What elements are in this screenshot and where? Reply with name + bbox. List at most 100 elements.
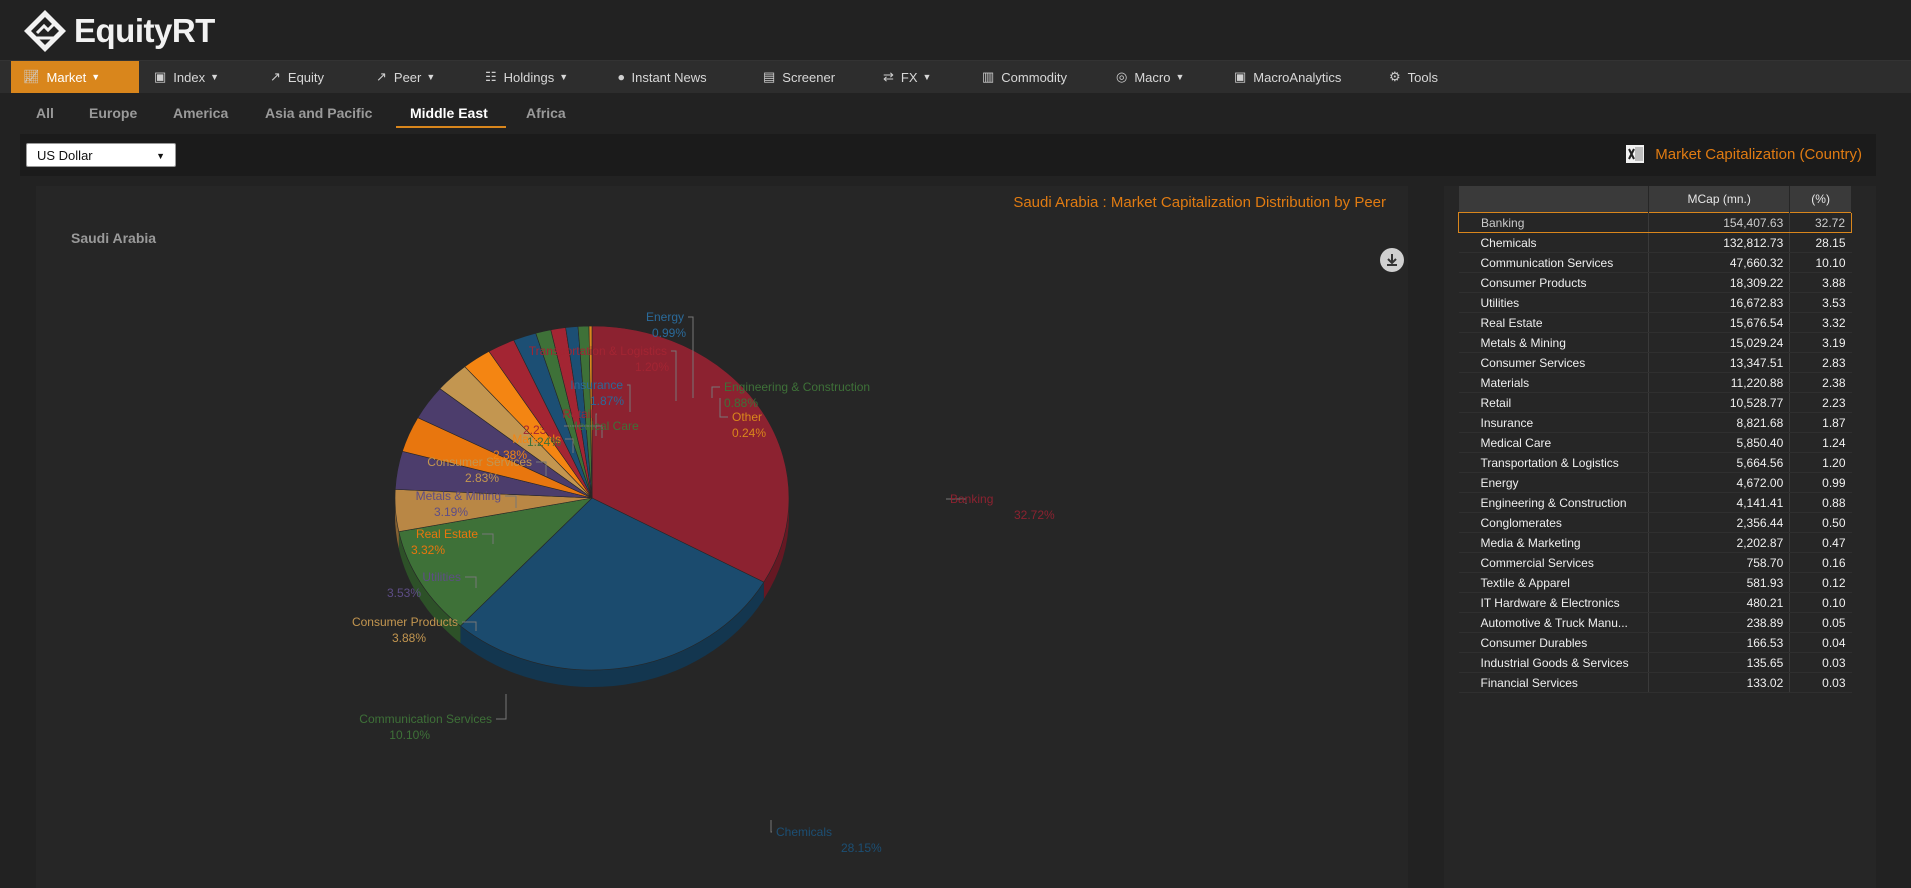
table-row[interactable]: Consumer Products 18,309.22 3.88 [1458, 272, 1852, 293]
table-header: MCap (mn.) (%) [1458, 186, 1852, 213]
table-row[interactable]: Insurance 8,821.68 1.87 [1458, 412, 1852, 433]
row-pct: 0.99 [1789, 472, 1852, 493]
table-row[interactable]: Commercial Services 758.70 0.16 [1458, 552, 1852, 573]
download-icon [1387, 254, 1397, 266]
download-chart-button[interactable] [1380, 248, 1404, 272]
slice-percent: 10.10% [389, 728, 430, 742]
table-row[interactable]: Utilities 16,672.83 3.53 [1458, 292, 1852, 313]
document-icon: ▥ [982, 69, 995, 84]
nav-market[interactable]: 📈︎ Market ▼ [11, 61, 139, 93]
nav-commodity[interactable]: ▥ Commodity [982, 61, 1067, 93]
table-row[interactable]: Conglomerates 2,356.44 0.50 [1458, 512, 1852, 533]
row-name: Energy [1458, 472, 1650, 493]
table-row[interactable]: Real Estate 15,676.54 3.32 [1458, 312, 1852, 333]
table-row[interactable]: Retail 10,528.77 2.23 [1458, 392, 1852, 413]
tab-africa[interactable]: Africa [526, 105, 566, 121]
nav-equity[interactable]: ↗ Equity [270, 61, 324, 93]
row-name: Consumer Products [1458, 272, 1650, 293]
row-name: Financial Services [1458, 672, 1650, 693]
toolbar: US Dollar ▼ Market Capitalization (Count… [20, 134, 1876, 176]
row-pct: 0.47 [1789, 532, 1852, 553]
table-row[interactable]: Communication Services 47,660.32 10.10 [1458, 252, 1852, 273]
table-row[interactable]: Energy 4,672.00 0.99 [1458, 472, 1852, 493]
line-chart-icon: ↗ [270, 69, 281, 84]
table-row[interactable]: Transportation & Logistics 5,664.56 1.20 [1458, 452, 1852, 473]
nav-fx[interactable]: ⇄ FX ▼ [883, 61, 931, 93]
row-name: Insurance [1458, 412, 1650, 433]
nav-label: Market [46, 69, 87, 85]
row-mcap: 15,676.54 [1648, 312, 1791, 333]
slice-percent: 3.88% [392, 631, 426, 645]
nav-tools[interactable]: ⚙ Tools [1389, 61, 1438, 93]
chevron-down-icon: ▼ [922, 72, 932, 82]
tab-europe[interactable]: Europe [89, 105, 137, 121]
nav-label: Tools [1407, 69, 1439, 85]
row-name: Banking [1457, 212, 1650, 233]
tab-asia-pacific[interactable]: Asia and Pacific [265, 105, 372, 121]
nav-screener[interactable]: ▤ Screener [763, 61, 835, 93]
globe-icon: ◎ [1116, 69, 1128, 84]
app-logo[interactable]: EquityRT [22, 8, 215, 54]
row-pct: 32.72 [1789, 212, 1852, 233]
table-row[interactable]: Engineering & Construction 4,141.41 0.88 [1458, 492, 1852, 513]
table-body: Banking 154,407.63 32.72 Chemicals 132,812.7… [1457, 212, 1852, 693]
row-name: IT Hardware & Electronics [1458, 592, 1650, 613]
slice-label: Chemicals [776, 825, 832, 839]
table-row[interactable]: Metals & Mining 15,029.24 3.19 [1458, 332, 1852, 353]
nav-holdings[interactable]: ☷ Holdings ▼ [485, 61, 568, 93]
pie-chart: Banking 32.72% Chemicals 28.15% Communicatio… [352, 310, 1055, 855]
top-bar: EquityRT [0, 0, 1911, 60]
row-mcap: 15,029.24 [1648, 332, 1791, 353]
slice-label: Energy [646, 310, 684, 324]
app-name: EquityRT [74, 12, 215, 49]
slice-label: Other [732, 410, 762, 424]
table-row[interactable]: Automotive & Truck Manu... 238.89 0.05 [1458, 612, 1852, 633]
row-mcap: 480.21 [1648, 592, 1791, 613]
nav-macroanalytics[interactable]: ▣ MacroAnalytics [1234, 61, 1341, 93]
table-row[interactable]: Textile & Apparel 581.93 0.12 [1458, 572, 1852, 593]
currency-select[interactable]: US Dollar ▼ [26, 143, 176, 167]
nav-instant-news[interactable]: ⦁ Instant News [618, 61, 707, 93]
row-name: Consumer Services [1458, 352, 1650, 373]
nav-label: Commodity [1001, 69, 1068, 85]
row-name: Conglomerates [1458, 512, 1650, 533]
header-mcap[interactable]: MCap (mn.) [1648, 186, 1791, 213]
row-name: Retail [1458, 392, 1650, 413]
table-row[interactable]: IT Hardware & Electronics 480.21 0.10 [1458, 592, 1852, 613]
row-pct: 10.10 [1789, 252, 1852, 273]
table-row[interactable]: Medical Care 5,850.40 1.24 [1458, 432, 1852, 453]
nav-peer[interactable]: ↗ Peer ▼ [376, 61, 435, 93]
table-row[interactable]: Chemicals 132,812.73 28.15 [1458, 232, 1852, 253]
table-row[interactable]: Materials 11,220.88 2.38 [1458, 372, 1852, 393]
table-row[interactable]: Financial Services 133.02 0.03 [1458, 672, 1852, 693]
row-mcap: 758.70 [1648, 552, 1791, 573]
table-row[interactable]: Consumer Services 13,347.51 2.83 [1458, 352, 1852, 373]
export-excel-link[interactable]: Market Capitalization (Country) [1625, 144, 1862, 164]
table-row[interactable]: Media & Marketing 2,202.87 0.47 [1458, 532, 1852, 553]
tab-america[interactable]: America [173, 105, 228, 121]
header-name[interactable] [1458, 186, 1650, 213]
row-name: Consumer Durables [1458, 632, 1650, 653]
row-name: Engineering & Construction [1458, 492, 1650, 513]
header-pct[interactable]: (%) [1789, 186, 1852, 213]
row-pct: 0.10 [1789, 592, 1852, 613]
nav-macro[interactable]: ◎ Macro ▼ [1116, 61, 1184, 93]
tab-middle-east[interactable]: Middle East [410, 105, 488, 121]
slice-percent: 32.72% [1014, 508, 1055, 522]
table-row[interactable]: Consumer Durables 166.53 0.04 [1458, 632, 1852, 653]
row-pct: 0.05 [1789, 612, 1852, 633]
tab-all[interactable]: All [36, 105, 54, 121]
fx-icon: ⇄ [883, 69, 894, 84]
slice-percent: 0.99% [652, 326, 686, 340]
row-name: Industrial Goods & Services [1458, 652, 1650, 673]
row-name: Media & Marketing [1458, 532, 1650, 553]
row-pct: 2.83 [1789, 352, 1852, 373]
label-connector [496, 694, 507, 720]
table-row[interactable]: Banking 154,407.63 32.72 [1457, 212, 1852, 233]
holdings-icon: ☷ [485, 69, 497, 84]
nav-index[interactable]: ▣ Index ▼ [154, 61, 219, 93]
row-pct: 0.16 [1789, 552, 1852, 573]
row-name: Real Estate [1458, 312, 1650, 333]
table-row[interactable]: Industrial Goods & Services 135.65 0.03 [1458, 652, 1852, 673]
nav-label: Equity [287, 69, 325, 85]
